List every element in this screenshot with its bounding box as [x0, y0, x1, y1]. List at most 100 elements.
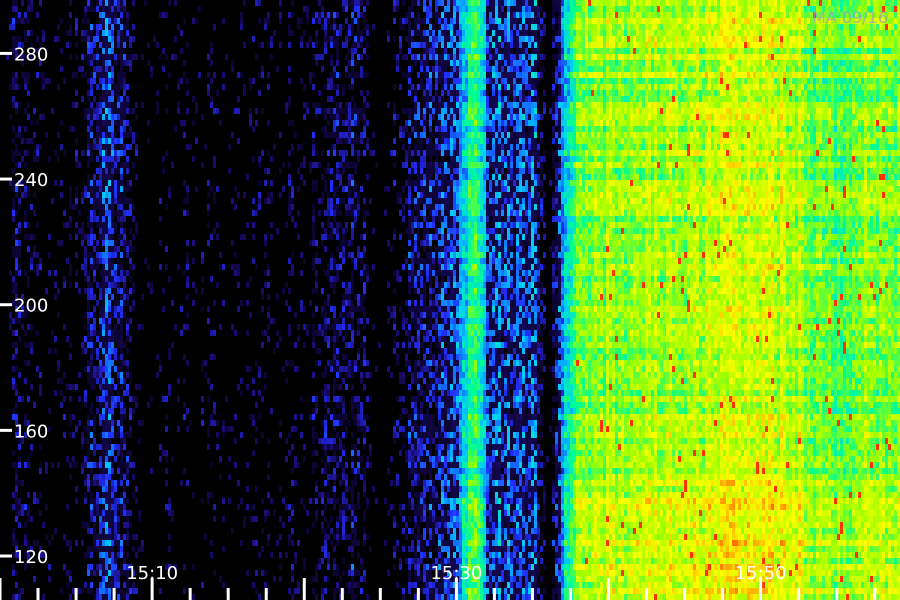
heatmap-cell: [354, 582, 357, 588]
heatmap-cell: [30, 120, 33, 126]
heatmap-cell: [306, 102, 309, 108]
heatmap-cell: [420, 402, 423, 408]
heatmap-cell: [453, 282, 456, 288]
heatmap-cell: [315, 402, 318, 408]
heatmap-cell: [444, 546, 447, 552]
heatmap-cell: [393, 180, 396, 186]
heatmap-cell: [315, 330, 318, 336]
heatmap-cell: [105, 264, 108, 270]
heatmap-cell: [165, 468, 168, 474]
heatmap-cell: [105, 48, 108, 54]
heatmap-cell: [417, 288, 420, 294]
heatmap-cell: [306, 324, 309, 330]
heatmap-cell: [405, 72, 408, 78]
heatmap-cell: [81, 234, 84, 240]
heatmap-cell: [408, 582, 411, 588]
heatmap-cell: [93, 372, 96, 378]
heatmap-cell: [90, 492, 93, 498]
heatmap-cell: [96, 588, 99, 594]
heatmap-cell: [177, 78, 180, 84]
heatmap-cell: [117, 264, 120, 270]
heatmap-cell: [444, 162, 447, 168]
heatmap-cell: [354, 306, 357, 312]
heatmap-cell: [90, 432, 93, 438]
heatmap-cell: [453, 102, 456, 108]
heatmap-cell: [423, 492, 426, 498]
heatmap-cell: [441, 456, 444, 462]
heatmap-cell: [183, 18, 186, 24]
heatmap-cell: [423, 150, 426, 156]
heatmap-cell: [57, 84, 60, 90]
heatmap-cell: [336, 522, 339, 528]
heatmap-cell: [417, 564, 420, 570]
heatmap-cell: [108, 426, 111, 432]
heatmap-cell: [69, 414, 72, 420]
heatmap-cell: [441, 90, 444, 96]
heatmap-cell: [420, 150, 423, 156]
heatmap-cell: [393, 234, 396, 240]
heatmap-cell: [315, 60, 318, 66]
heatmap-cell: [156, 42, 159, 48]
heatmap-cell: [447, 294, 450, 300]
heatmap-cell: [363, 468, 366, 474]
heatmap-cell: [438, 216, 441, 222]
heatmap-cell: [360, 42, 363, 48]
heatmap-cell: [333, 378, 336, 384]
heatmap-cell: [441, 378, 444, 384]
heatmap-cell: [408, 300, 411, 306]
heatmap-cell: [426, 240, 429, 246]
heatmap-cell: [90, 384, 93, 390]
heatmap-cell: [300, 300, 303, 306]
heatmap-cell: [111, 516, 114, 522]
heatmap-cell: [12, 18, 15, 24]
heatmap-cell: [420, 504, 423, 510]
heatmap-cell: [426, 576, 429, 582]
heatmap-cell: [453, 480, 456, 486]
heatmap-cell: [117, 210, 120, 216]
heatmap-cell: [402, 216, 405, 222]
heatmap-cell: [366, 54, 369, 60]
heatmap-cell: [201, 408, 204, 414]
heatmap-cell: [102, 138, 105, 144]
heatmap-cell: [363, 48, 366, 54]
heatmap-cell: [201, 276, 204, 282]
heatmap-cell: [447, 276, 450, 282]
heatmap-cell: [114, 270, 117, 276]
heatmap-cell: [360, 276, 363, 282]
heatmap-cell: [441, 276, 444, 282]
heatmap-cell: [342, 306, 345, 312]
heatmap-cell: [126, 540, 129, 546]
heatmap-cell: [186, 192, 189, 198]
heatmap-cell: [450, 324, 453, 330]
heatmap-cell: [105, 312, 108, 318]
heatmap-cell: [117, 402, 120, 408]
heatmap-cell: [324, 270, 327, 276]
heatmap-cell: [12, 570, 15, 576]
heatmap-cell: [456, 66, 459, 72]
heatmap-cell: [456, 288, 459, 294]
heatmap-cell: [411, 378, 414, 384]
heatmap-cell: [120, 72, 123, 78]
heatmap-cell: [279, 12, 282, 18]
heatmap-cell: [441, 258, 444, 264]
heatmap-cell: [93, 534, 96, 540]
heatmap-cell: [171, 456, 174, 462]
heatmap-cell: [126, 102, 129, 108]
heatmap-cell: [102, 162, 105, 168]
heatmap-cell: [141, 546, 144, 552]
heatmap-cell: [441, 348, 444, 354]
heatmap-cell: [165, 426, 168, 432]
heatmap-cell: [93, 474, 96, 480]
heatmap-cell: [351, 330, 354, 336]
heatmap-cell: [330, 198, 333, 204]
heatmap-cell: [396, 522, 399, 528]
heatmap-cell: [108, 378, 111, 384]
heatmap-cell: [333, 534, 336, 540]
heatmap-cell: [429, 252, 432, 258]
heatmap-cell: [330, 222, 333, 228]
heatmap-cell: [342, 294, 345, 300]
heatmap-cell: [93, 246, 96, 252]
heatmap-cell: [267, 324, 270, 330]
heatmap-cell: [30, 6, 33, 12]
heatmap-cell: [120, 306, 123, 312]
